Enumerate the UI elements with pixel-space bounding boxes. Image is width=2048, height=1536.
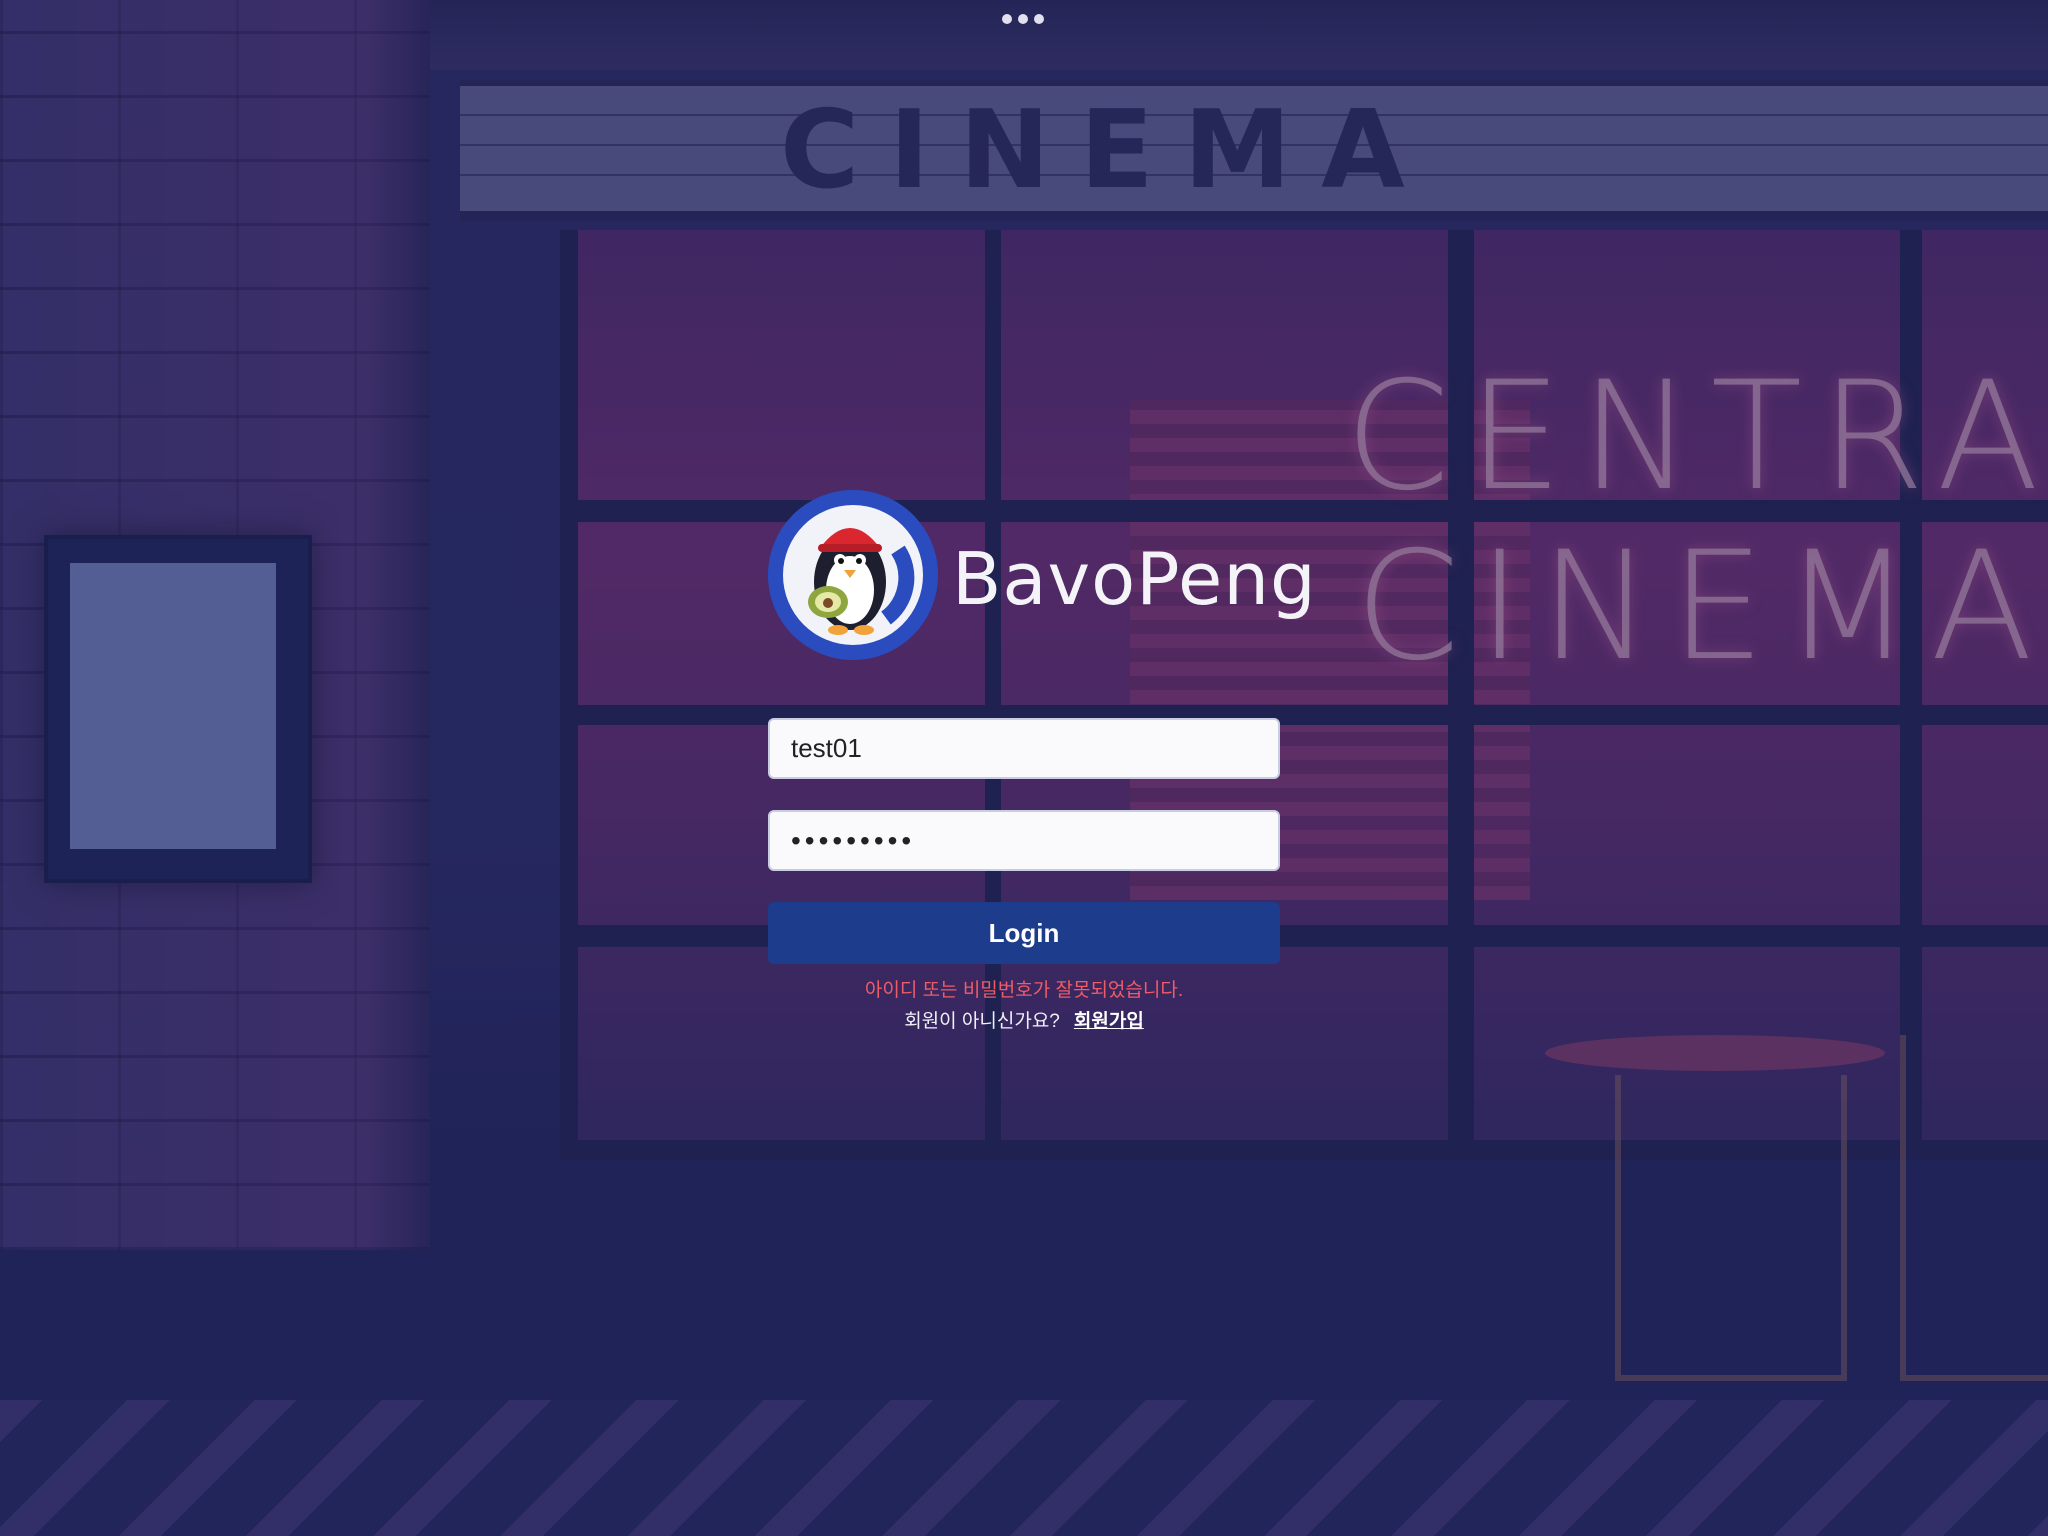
signup-prompt: 회원이 아니신가요? [904,1011,1060,1032]
penguin-avocado-logo-icon [768,490,938,660]
username-input[interactable]: test01 [768,718,1280,779]
more-dots-icon[interactable] [1002,14,1044,24]
password-input[interactable]: ••••••••• [768,810,1280,871]
brand-name: BavoPeng [952,537,1317,621]
signup-row: 회원이 아니신가요? 회원가입 [768,1006,1280,1033]
brand-header: BavoPeng [768,490,1317,660]
error-message: 아이디 또는 비밀번호가 잘못되었습니다. [864,980,1184,1001]
signup-link[interactable]: 회원가입 [1074,1011,1144,1032]
login-button[interactable]: Login [768,902,1280,964]
